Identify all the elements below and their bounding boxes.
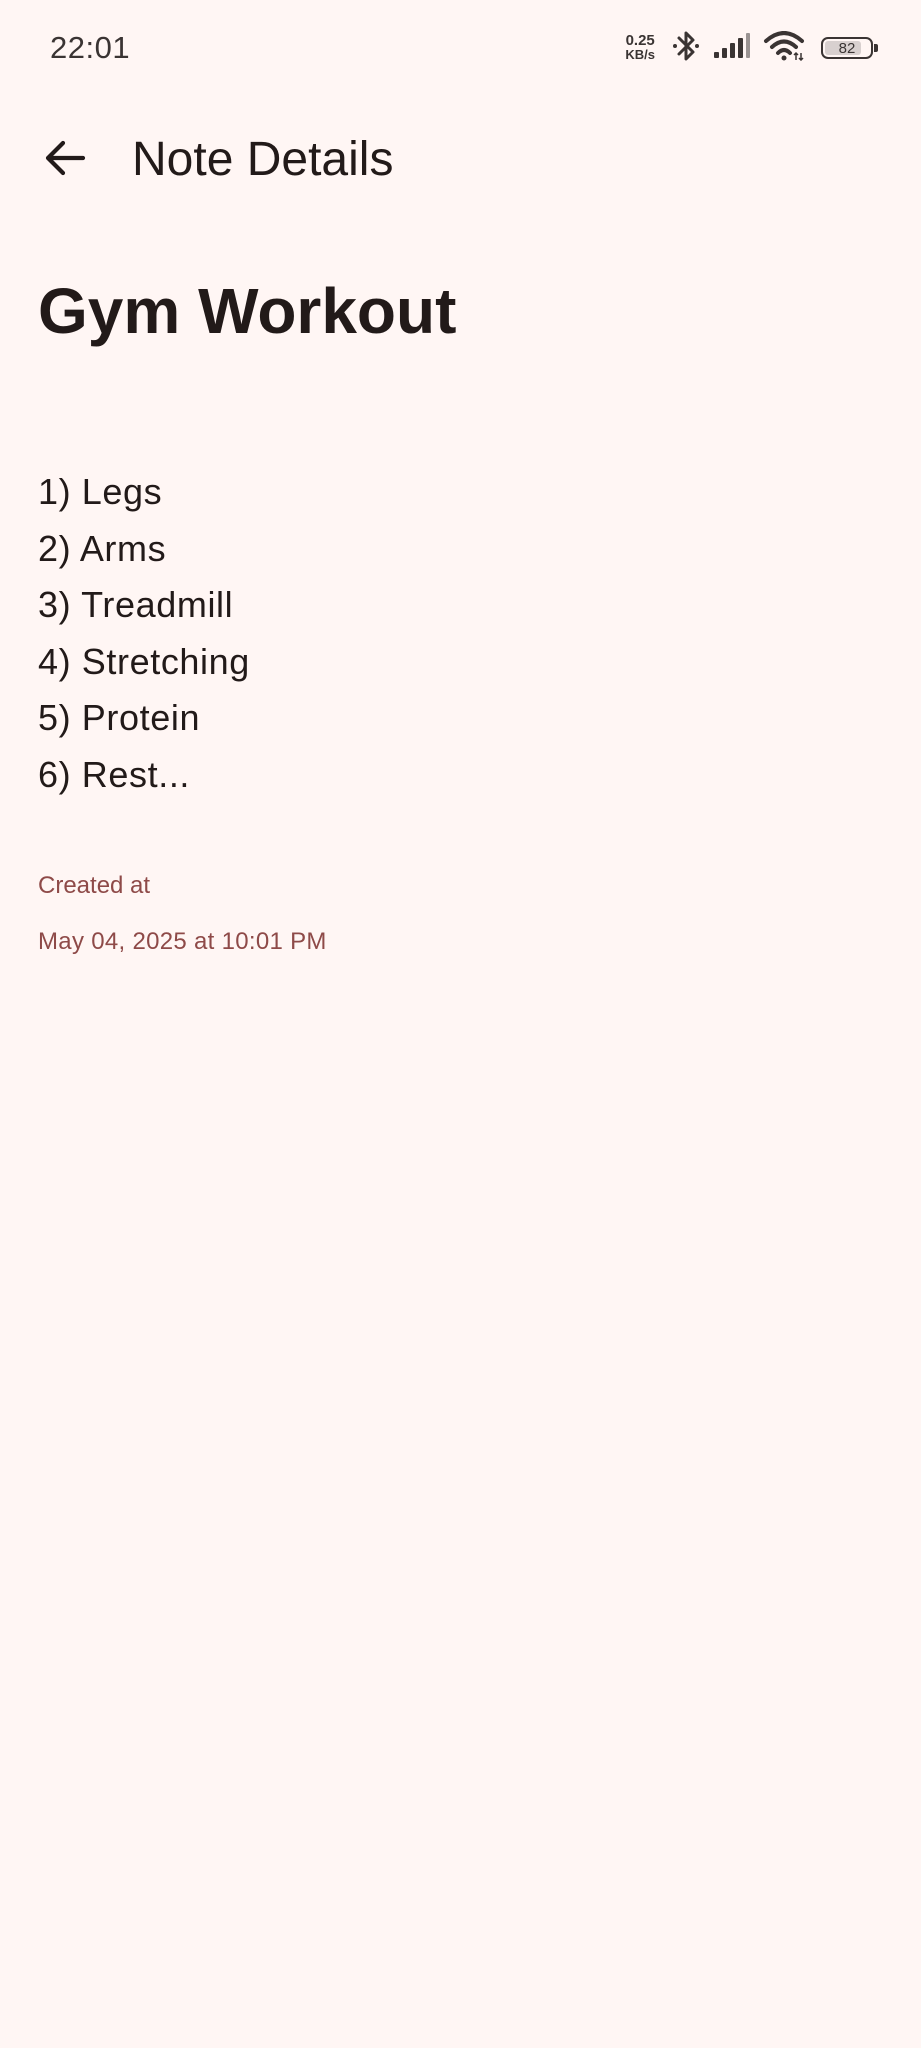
note-line: 4) Stretching [38,640,250,682]
note-line: 6) Rest... [38,753,191,795]
status-bar: 22:01 0.25 KB/s 82 [0,0,921,96]
network-speed-value: 0.25 [625,32,655,49]
arrow-back-icon [43,136,87,185]
status-time: 22:01 [50,30,131,65]
cellular-signal-icon [713,32,751,64]
network-speed-unit: KB/s [625,47,655,62]
network-speed: 0.25 KB/s [625,32,655,62]
note-line: 5) Protein [38,697,201,738]
note-line: 1) Legs [38,471,163,512]
created-at-label: Created at [38,872,151,899]
battery-nub [874,44,878,52]
note-line: 3) Treadmill [38,584,234,625]
created-at-value: May 04, 2025 at 10:01 PM [38,928,327,955]
battery-level: 82 [838,39,856,57]
wifi-icon [763,30,805,66]
battery-icon: 82 [821,37,878,59]
note-body: 1) Legs 2) Arms 3) Treadmill 4) Stretchi… [38,464,250,803]
note-line: 2) Arms [38,527,167,569]
note-title: Gym Workout [38,275,457,347]
back-button[interactable] [30,125,100,195]
page-title: Note Details [132,133,394,186]
app-bar: Note Details [0,110,921,200]
bluetooth-icon [671,29,701,68]
status-icons: 0.25 KB/s 82 [625,28,878,68]
